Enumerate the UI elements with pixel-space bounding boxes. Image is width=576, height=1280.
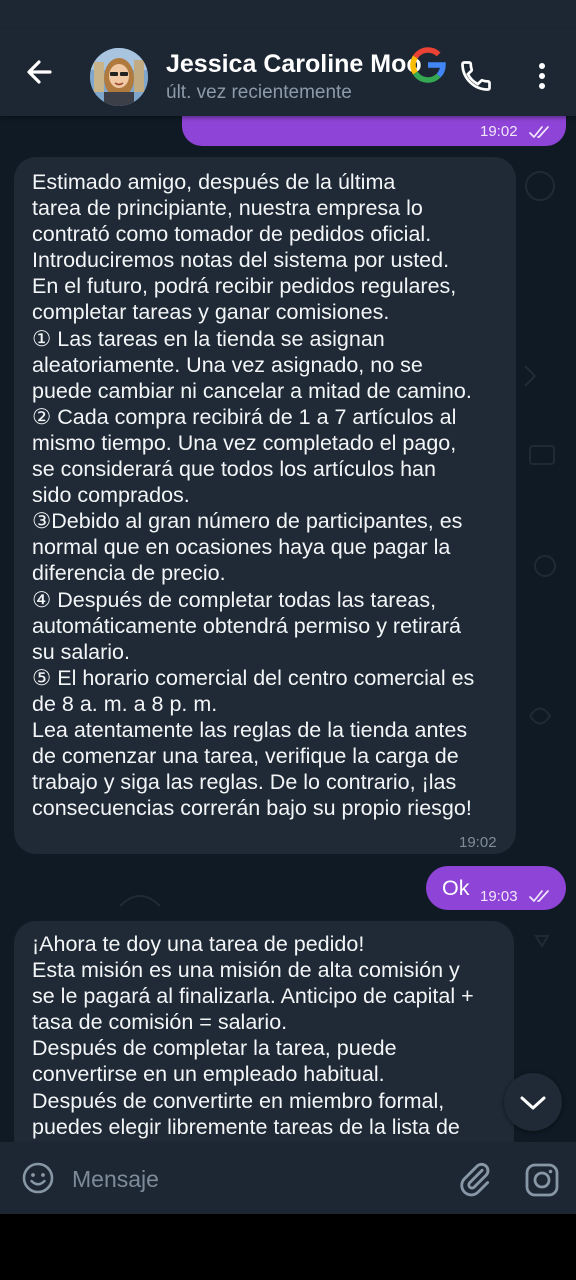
arrow-left-icon — [27, 60, 52, 84]
message-list[interactable]: 19:02 Estimado amigo, después de la últi… — [0, 116, 576, 1142]
chat-header: Jessica Caroline Moo últ. vez recienteme… — [0, 30, 576, 116]
incoming-message-bubble[interactable]: ¡Ahora te doy una tarea de pedido! Esta … — [14, 921, 514, 1142]
paperclip-icon — [460, 1162, 490, 1197]
message-input[interactable] — [70, 1158, 444, 1200]
call-button[interactable] — [458, 58, 494, 94]
message-text: ¡Ahora te doy una tarea de pedido! Esta … — [32, 932, 474, 1139]
message-text: Ok — [442, 876, 470, 900]
message-composer — [0, 1142, 576, 1214]
google-g-icon — [408, 45, 448, 85]
contact-name[interactable]: Jessica Caroline Moo — [166, 50, 436, 79]
camera-button[interactable] — [522, 1160, 562, 1200]
instagram-camera-icon — [525, 1163, 559, 1197]
last-seen-status: últ. vez recientemente — [166, 82, 352, 103]
attach-button[interactable] — [456, 1160, 494, 1198]
message-time: 19:02 — [459, 834, 497, 851]
chevron-down-icon — [520, 1096, 546, 1110]
status-bar — [0, 0, 576, 30]
scroll-to-bottom-button[interactable] — [504, 1073, 562, 1131]
outgoing-message-bubble[interactable]: 19:02 — [182, 116, 566, 146]
more-vertical-icon — [539, 63, 545, 89]
incoming-message-bubble[interactable]: Estimado amigo, después de la última tar… — [14, 157, 516, 854]
system-navigation-bar — [0, 1214, 576, 1280]
double-check-icon — [529, 126, 549, 138]
more-options-button[interactable] — [526, 58, 558, 94]
avatar[interactable] — [90, 48, 148, 106]
message-time: 19:03 — [480, 888, 518, 905]
message-time: 19:02 — [480, 123, 518, 140]
back-button[interactable] — [18, 50, 62, 94]
emoji-button[interactable] — [20, 1160, 56, 1196]
avatar-photo — [90, 48, 148, 106]
outgoing-message-bubble[interactable]: Ok 19:03 — [426, 866, 566, 910]
phone-icon — [461, 61, 491, 91]
message-text: Estimado amigo, después de la última tar… — [32, 170, 475, 821]
smiley-icon — [22, 1162, 54, 1194]
double-check-icon — [529, 890, 549, 902]
